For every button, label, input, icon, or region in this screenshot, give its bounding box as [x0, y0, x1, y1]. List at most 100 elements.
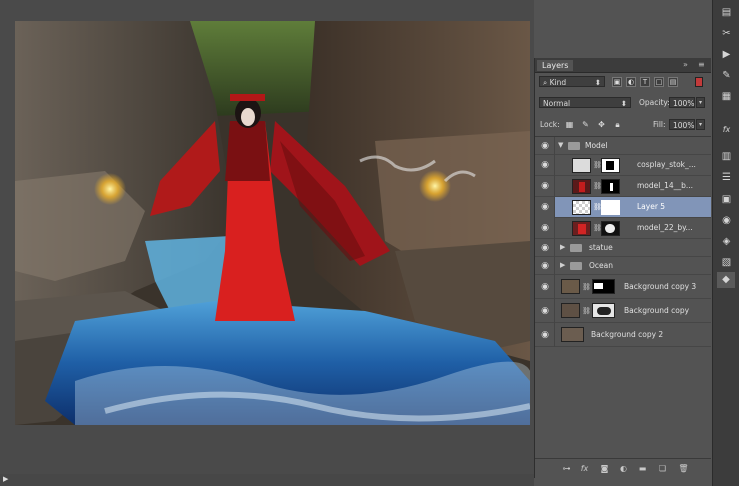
layer-thumbnail — [561, 279, 580, 294]
layer-thumbnail — [572, 179, 591, 194]
layers-panel-icon[interactable]: ◆ — [717, 272, 735, 288]
artwork-illustration — [15, 21, 530, 425]
visibility-toggle[interactable]: ◉ — [535, 323, 555, 347]
eye-icon: ◉ — [541, 306, 549, 316]
brush-icon[interactable]: ✎ — [720, 69, 733, 82]
mask-thumbnail[interactable] — [592, 279, 615, 294]
folder-icon[interactable]: ▬ — [637, 464, 648, 474]
opacity-slider-arrow-icon[interactable]: ▾ — [696, 97, 705, 108]
layer-name: Model — [585, 141, 608, 150]
trash-icon[interactable]: 🗑︎ — [678, 464, 689, 474]
fx-icon[interactable]: fx — [579, 464, 590, 474]
visibility-toggle[interactable]: ◉ — [535, 275, 555, 299]
adjustments-icon[interactable]: ◉ — [720, 214, 733, 227]
layer-name: Background copy 3 — [624, 282, 697, 291]
layer-name: model_14__b... — [637, 181, 694, 190]
layer-row[interactable]: ◉ ⛓ Background copy — [535, 299, 711, 323]
collapse-panel-icon[interactable]: » — [683, 60, 688, 70]
link-icon: ⛓ — [593, 224, 602, 232]
visibility-toggle[interactable]: ◉ — [535, 137, 555, 155]
artwork-image[interactable] — [15, 21, 530, 425]
mask-thumbnail[interactable] — [601, 200, 620, 215]
visibility-toggle[interactable]: ◉ — [535, 197, 555, 218]
layer-row[interactable]: ◉ ⛓ cosplay_stok_... — [535, 155, 711, 176]
layer-row[interactable]: ◉ ⛓ Background copy 3 — [535, 275, 711, 299]
play-icon[interactable]: ▶ — [3, 475, 11, 484]
tab-layers[interactable]: Layers — [537, 60, 574, 71]
link-icon[interactable]: ⊶ — [561, 464, 572, 474]
layer-name: Layer 5 — [637, 202, 666, 211]
filter-kind-value: Kind — [549, 78, 567, 87]
canvas-area[interactable] — [0, 0, 534, 486]
type-filter-icon[interactable]: T — [640, 77, 650, 87]
visibility-toggle[interactable]: ◉ — [535, 176, 555, 197]
layer-row[interactable]: ◉ ▶ statue — [535, 239, 711, 257]
styles-icon[interactable]: ◈ — [720, 235, 733, 248]
shape-filter-icon[interactable]: □ — [654, 77, 664, 87]
channels-icon[interactable]: ▧ — [720, 256, 733, 269]
chevron-right-icon[interactable]: ▶ — [560, 261, 565, 270]
lock-transparent-icon[interactable]: ▦ — [565, 120, 574, 129]
chevron-down-icon: ⬍ — [620, 99, 627, 108]
layer-row[interactable]: ◉ ▶ Ocean — [535, 257, 711, 275]
adjustment-filter-icon[interactable]: ◐ — [626, 77, 636, 87]
layer-row-selected[interactable]: ◉ ⛓ Layer 5 — [535, 197, 711, 218]
mask-thumbnail[interactable] — [601, 179, 620, 194]
blend-mode-value: Normal — [543, 99, 571, 108]
play-icon[interactable]: ▶ — [720, 48, 733, 61]
chevron-down-icon[interactable]: ▼ — [558, 141, 563, 150]
scissors-icon[interactable]: ✂ — [720, 27, 733, 40]
layer-row[interactable]: ◉ ⛓ model_14__b... — [535, 176, 711, 197]
layer-name: model_22_by... — [637, 223, 693, 232]
folder-icon — [570, 262, 582, 270]
lock-position-icon[interactable]: ✥ — [597, 120, 606, 129]
swatch-icon[interactable]: ▦ — [720, 90, 733, 103]
fx-icon[interactable]: fx — [720, 123, 733, 136]
layer-row[interactable]: ◉ Background copy 2 — [535, 323, 711, 347]
eye-icon: ◉ — [541, 243, 549, 253]
visibility-toggle[interactable]: ◉ — [535, 155, 555, 176]
blend-mode-select[interactable]: Normal ⬍ — [539, 97, 631, 108]
fill-slider-arrow-icon[interactable]: ▾ — [696, 119, 705, 130]
filter-toggle-icon[interactable] — [695, 77, 703, 87]
fill-field[interactable]: 100% — [669, 119, 695, 130]
panel-footer: ⊶ fx ◙ ◐ ▬ ❏ 🗑︎ — [535, 458, 711, 479]
chevron-down-icon: ⬍ — [594, 78, 601, 87]
eye-icon: ◉ — [541, 141, 549, 151]
mask-thumbnail[interactable] — [592, 303, 615, 318]
layers-panel: Layers » ≡ ⌕ Kind ⬍ ▣ ◐ T □ ▤ Normal ⬍ O… — [534, 58, 711, 479]
link-icon: ⛓ — [593, 182, 602, 190]
visibility-toggle[interactable]: ◉ — [535, 257, 555, 275]
filter-kind-select[interactable]: ⌕ Kind ⬍ — [539, 76, 605, 87]
info-icon[interactable]: ▣ — [720, 193, 733, 206]
layer-row[interactable]: ◉ ⛓ model_22_by... — [535, 218, 711, 239]
history-icon[interactable]: ▤ — [720, 6, 733, 19]
properties-icon[interactable]: ☰ — [720, 171, 733, 184]
opacity-field[interactable]: 100% — [669, 97, 695, 108]
mask-thumbnail[interactable] — [601, 158, 620, 173]
link-icon: ⛓ — [582, 283, 591, 291]
layer-row[interactable]: ◉ ▼ Model — [535, 137, 711, 155]
visibility-toggle[interactable]: ◉ — [535, 239, 555, 257]
chevron-right-icon[interactable]: ▶ — [560, 243, 565, 252]
eye-icon: ◉ — [541, 160, 549, 170]
status-bar: ▶ — [0, 474, 534, 486]
folder-icon — [570, 244, 582, 252]
mask-thumbnail[interactable] — [601, 221, 620, 236]
layer-thumbnail — [561, 303, 580, 318]
visibility-toggle[interactable]: ◉ — [535, 299, 555, 323]
lock-all-icon[interactable]: 🔒︎ — [613, 120, 622, 129]
visibility-toggle[interactable]: ◉ — [535, 218, 555, 239]
clone-icon[interactable]: ▥ — [720, 150, 733, 163]
pixel-filter-icon[interactable]: ▣ — [612, 77, 622, 87]
new-layer-icon[interactable]: ❏ — [657, 464, 668, 474]
eye-icon: ◉ — [541, 282, 549, 292]
lock-image-icon[interactable]: ✎ — [581, 120, 590, 129]
layer-name: statue — [589, 243, 613, 252]
mask-icon[interactable]: ◙ — [599, 464, 610, 474]
smart-object-filter-icon[interactable]: ▤ — [668, 77, 678, 87]
link-icon: ⛓ — [593, 203, 602, 211]
panel-menu-icon[interactable]: ≡ — [698, 60, 705, 70]
layer-name: cosplay_stok_... — [637, 160, 696, 169]
adjustment-icon[interactable]: ◐ — [618, 464, 629, 474]
